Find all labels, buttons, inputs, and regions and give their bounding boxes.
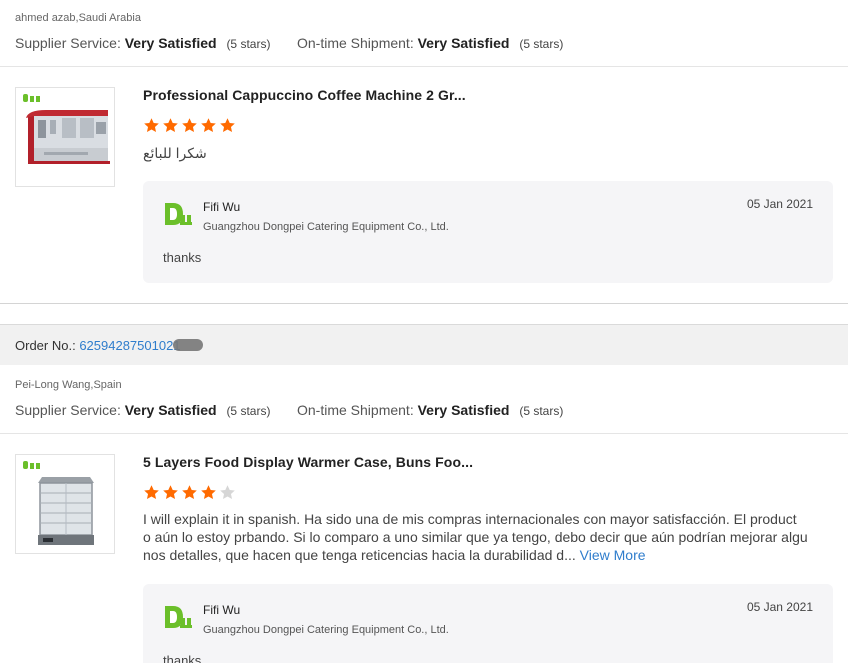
- view-more-link[interactable]: View More: [580, 547, 646, 563]
- dongpei-logo-icon: [23, 94, 40, 102]
- shipment-label: On-time Shipment:: [297, 402, 414, 418]
- star-icon: [220, 118, 235, 133]
- star-icon: [220, 485, 235, 500]
- product-title[interactable]: Professional Cappuccino Coffee Machine 2…: [143, 87, 466, 103]
- order-bar: Order No.: 62594287501021: [0, 324, 848, 365]
- comment-line-last: nos detalles, que hacen que tenga retice…: [143, 546, 833, 564]
- product-title[interactable]: 5 Layers Food Display Warmer Case, Buns …: [143, 454, 473, 470]
- star-icon: [201, 485, 216, 500]
- shipment-stars: (5 stars): [519, 404, 564, 418]
- divider: [0, 303, 848, 304]
- seller-ratings: Supplier Service: Very Satisfied (5 star…: [15, 35, 563, 51]
- supplier-reply: Fifi Wu Guangzhou Dongpei Catering Equip…: [143, 181, 833, 283]
- star-icon: [163, 485, 178, 500]
- supplier-service-value: Very Satisfied: [124, 35, 217, 51]
- reply-company: Guangzhou Dongpei Catering Equipment Co.…: [203, 624, 449, 636]
- star-icon: [201, 118, 216, 133]
- dongpei-logo-icon: [165, 606, 192, 628]
- review-comment: شكرا للبائع: [143, 145, 207, 161]
- supplier-service-label: Supplier Service:: [15, 35, 121, 51]
- reviewer-info: ahmed azab,Saudi Arabia: [15, 12, 141, 24]
- reply-text: thanks: [163, 250, 202, 265]
- comment-line: o aún lo estoy prbando. Si lo comparo a …: [143, 529, 808, 545]
- shipment-stars: (5 stars): [519, 37, 564, 51]
- review-comment: I will explain it in spanish. Ha sido un…: [143, 510, 833, 564]
- star-icon: [144, 118, 159, 133]
- product-thumbnail[interactable]: [15, 454, 115, 554]
- supplier-service-value: Very Satisfied: [124, 402, 217, 418]
- star-icon: [182, 118, 197, 133]
- reviewer-info: Pei-Long Wang,Spain: [15, 379, 122, 391]
- reply-text: thanks: [163, 653, 202, 663]
- dongpei-logo-icon: [23, 461, 40, 469]
- reply-author: Fifi Wu: [203, 200, 241, 214]
- reply-date: 05 Jan 2021: [746, 600, 813, 614]
- reply-author: Fifi Wu: [203, 603, 241, 617]
- seller-ratings: Supplier Service: Very Satisfied (5 star…: [15, 402, 563, 418]
- redacted-mark: [172, 339, 203, 351]
- product-thumbnail[interactable]: [15, 87, 115, 187]
- supplier-service-label: Supplier Service:: [15, 402, 121, 418]
- reply-date: 05 Jan 2021: [746, 197, 813, 211]
- divider: [0, 66, 848, 67]
- reply-company: Guangzhou Dongpei Catering Equipment Co.…: [203, 221, 449, 233]
- supplier-reply: Fifi Wu Guangzhou Dongpei Catering Equip…: [143, 584, 833, 663]
- comment-line: nos detalles, que hacen que tenga retice…: [143, 547, 576, 563]
- rating-stars: [143, 117, 238, 135]
- star-icon: [182, 485, 197, 500]
- star-icon: [163, 118, 178, 133]
- supplier-service-stars: (5 stars): [226, 37, 271, 51]
- comment-line: I will explain it in spanish. Ha sido un…: [143, 511, 797, 527]
- divider: [0, 433, 848, 434]
- rating-stars: [143, 484, 238, 502]
- star-icon: [144, 485, 159, 500]
- order-number-row: Order No.: 62594287501021: [15, 338, 203, 353]
- dongpei-logo-icon: [165, 203, 192, 225]
- shipment-label: On-time Shipment:: [297, 35, 414, 51]
- order-label: Order No.:: [15, 338, 76, 353]
- shipment-value: Very Satisfied: [417, 402, 510, 418]
- shipment-value: Very Satisfied: [417, 35, 510, 51]
- order-number-link[interactable]: 62594287501021: [79, 338, 180, 353]
- supplier-service-stars: (5 stars): [226, 404, 271, 418]
